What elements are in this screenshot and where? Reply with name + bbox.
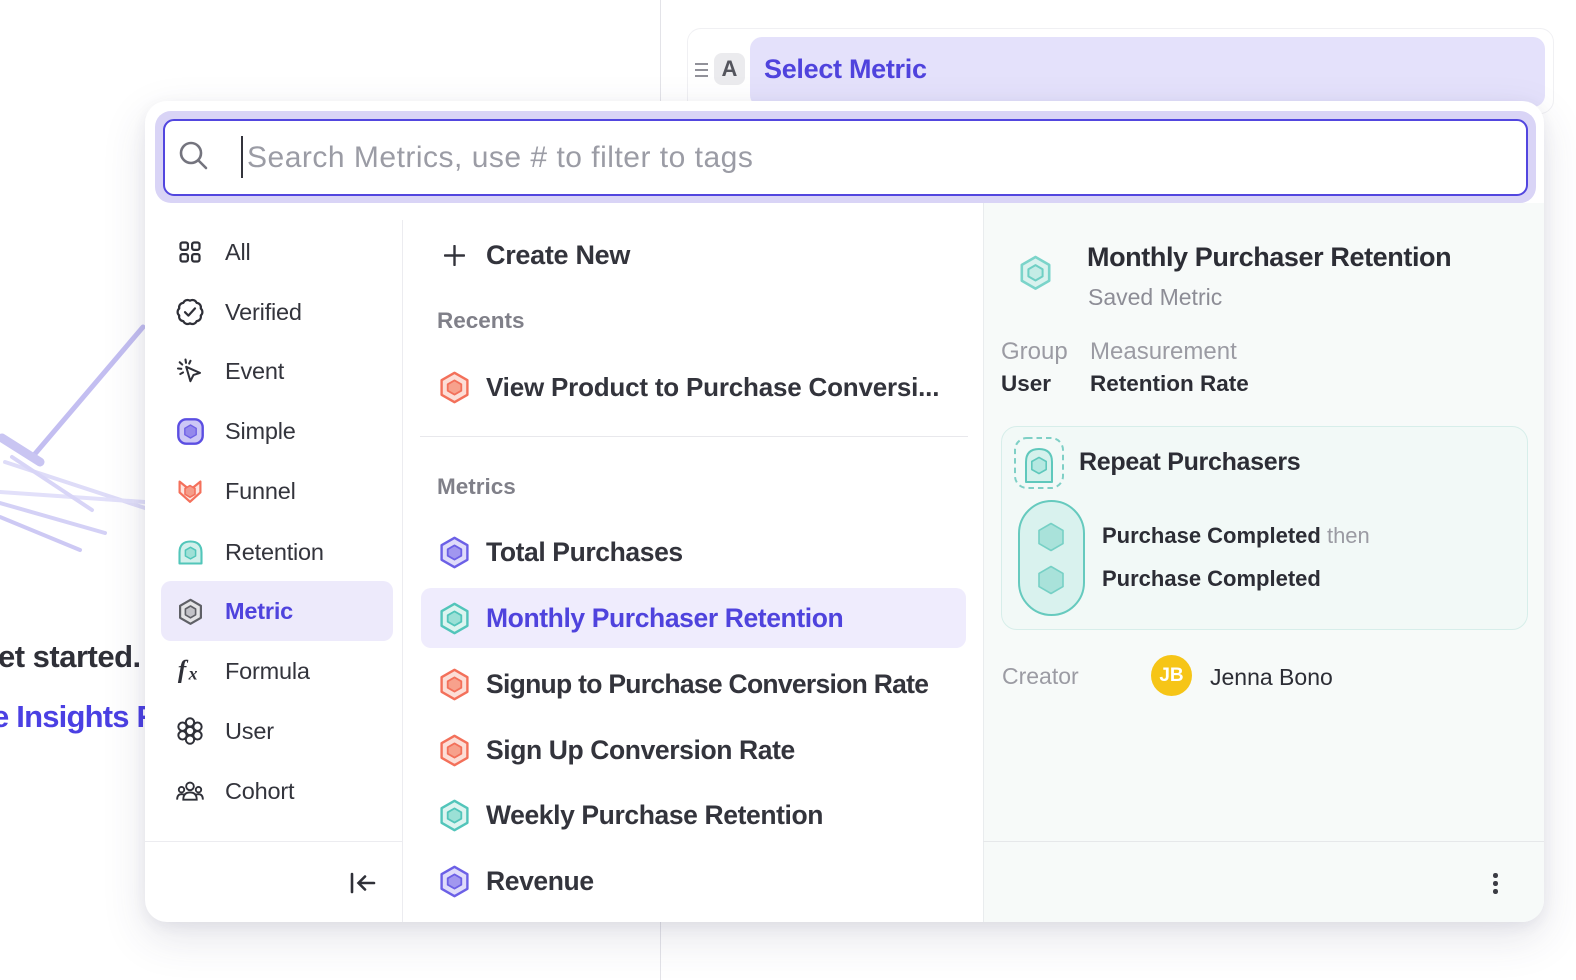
svg-text:f: f [178, 657, 189, 684]
svg-text:x: x [188, 663, 198, 683]
